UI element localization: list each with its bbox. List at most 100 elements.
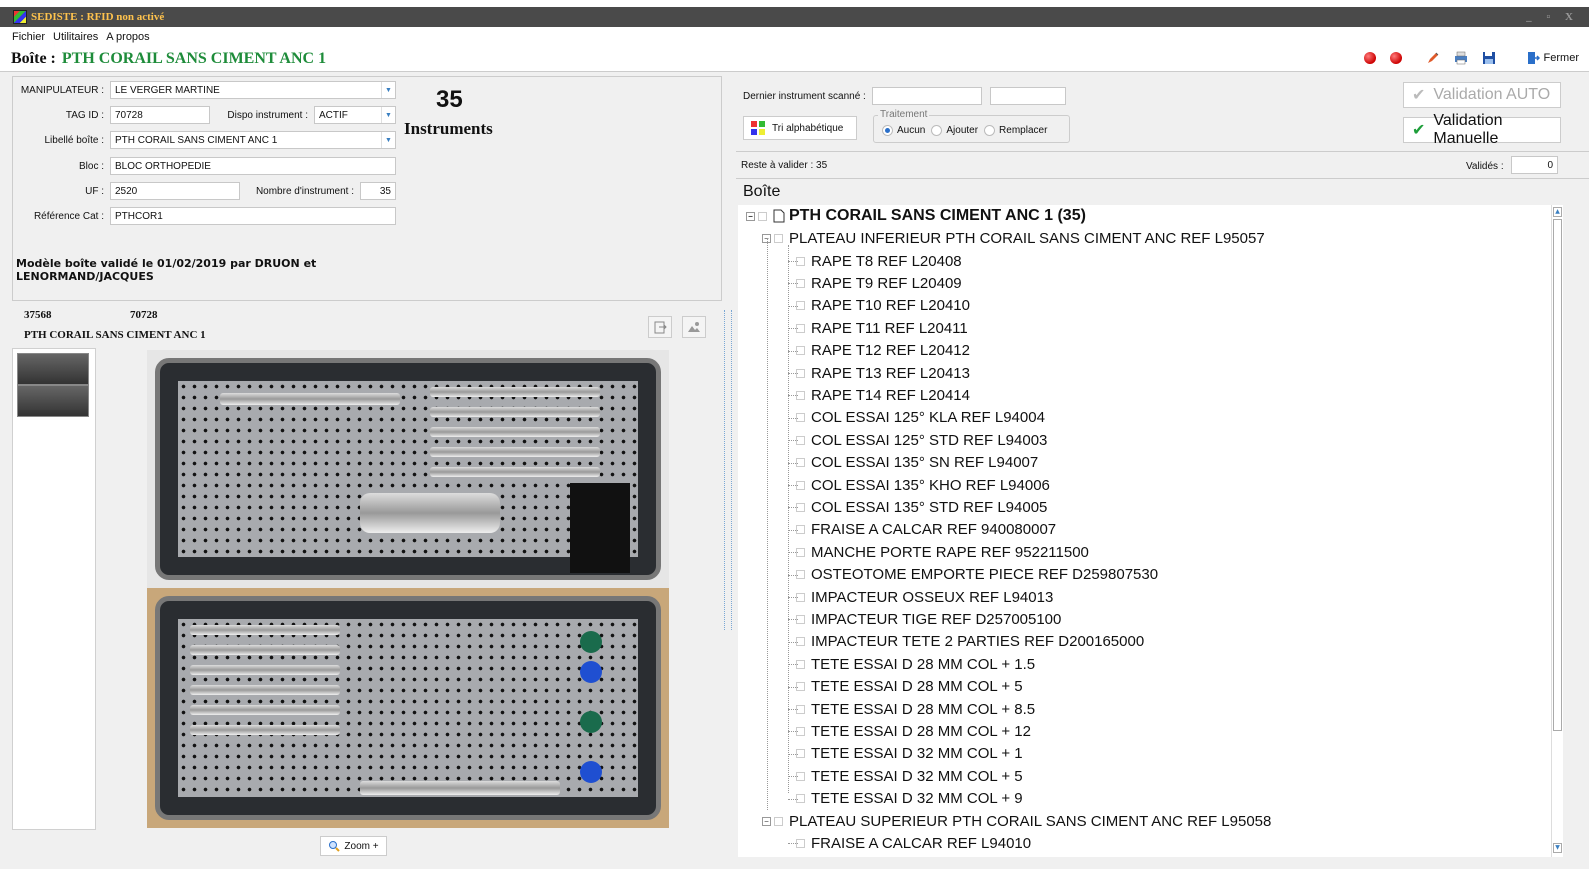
tree-item[interactable]: IMPACTEUR TETE 2 PARTIES REF D200165000: [796, 631, 1144, 653]
tree-item[interactable]: FRAISE A CALCAR REF L94010: [796, 832, 1031, 854]
instrument-shape: [430, 467, 600, 477]
tree-item[interactable]: FRAISE A CALCAR REF 940080007: [796, 519, 1056, 541]
tree-item[interactable]: COL ESSAI 125° STD REF L94003: [796, 429, 1047, 451]
scroll-up-icon[interactable]: ▲: [1553, 207, 1562, 217]
tree-item[interactable]: RAPE T10 REF L20410: [796, 295, 970, 317]
close-button[interactable]: Fermer: [1526, 51, 1579, 65]
tray-photo-top: [147, 350, 669, 588]
tree-item[interactable]: TETE ESSAI D 32 MM COL + 1: [796, 743, 1023, 765]
tree-item[interactable]: RAPE T14 REF L20414: [796, 384, 970, 406]
reste-label: Reste à valider : 35: [741, 160, 828, 171]
dispo-value: ACTIF: [319, 109, 348, 121]
tree-item[interactable]: COL ESSAI 135° KHO REF L94006: [796, 474, 1050, 496]
tree-plateau-2[interactable]: − PLATEAU SUPERIEUR PTH CORAIL SANS CIME…: [762, 810, 1271, 832]
close-label: Fermer: [1543, 52, 1579, 64]
validation-manuelle-button[interactable]: ✔ Validation Manuelle: [1403, 112, 1561, 147]
radio-ajouter[interactable]: Ajouter: [931, 125, 978, 136]
tree-item[interactable]: RAPE T8 REF L20408: [796, 250, 962, 272]
tree-item[interactable]: TETE ESSAI D 32 MM COL + 5: [796, 765, 1023, 787]
scroll-thumb[interactable]: [1553, 219, 1562, 731]
radio-aucun[interactable]: Aucun: [882, 125, 925, 136]
collapse-icon[interactable]: −: [746, 211, 755, 221]
tag-input[interactable]: 70728: [110, 106, 210, 124]
collapse-icon[interactable]: −: [762, 816, 771, 826]
uf-input[interactable]: 2520: [110, 182, 240, 200]
instrument-shape: [220, 393, 400, 405]
radio-dot: [984, 125, 996, 136]
manipulateur-select[interactable]: LE VERGER MARTINE ▼: [110, 81, 396, 99]
tree-checkbox[interactable]: [774, 816, 783, 826]
thumbnail-image[interactable]: [17, 353, 89, 385]
tree-item[interactable]: RAPE T13 REF L20413: [796, 362, 970, 384]
instrument-shape: [190, 625, 340, 635]
tree-item[interactable]: OSTEOTOME EMPORTE PIECE REF D259807530: [796, 564, 1158, 586]
last-scan-input-1[interactable]: [871, 87, 982, 105]
instrument-shape: [360, 781, 560, 795]
tree-scrollbar[interactable]: ▲ ▼: [1551, 205, 1563, 857]
tree-item-label: TETE ESSAI D 28 MM COL + 1.5: [811, 655, 1036, 673]
validation-auto-button[interactable]: ✔ Validation AUTO: [1403, 82, 1561, 108]
nombre-input[interactable]: 35: [360, 182, 396, 200]
window-controls[interactable]: _ ▫ X: [1526, 11, 1579, 23]
ref-input[interactable]: PTHCOR1: [110, 207, 396, 225]
pen-icon[interactable]: [1426, 51, 1440, 65]
tree-item[interactable]: COL ESSAI 135° STD REF L94005: [796, 496, 1047, 518]
chevron-down-icon[interactable]: ▼: [381, 107, 395, 123]
tree-guide-line: [788, 597, 798, 598]
window-titlebar: SEDISTE : RFID non activé _ ▫ X: [0, 0, 1589, 27]
chevron-down-icon[interactable]: ▼: [381, 132, 395, 148]
document-icon: [773, 209, 785, 223]
last-scan-input-2[interactable]: [989, 87, 1066, 105]
sort-alpha-button[interactable]: Tri alphabétique: [743, 116, 857, 140]
valides-input[interactable]: 0: [1511, 156, 1558, 174]
scroll-down-icon[interactable]: ▼: [1553, 843, 1562, 853]
chevron-down-icon[interactable]: ▼: [381, 82, 395, 98]
box-title-value: PTH CORAIL SANS CIMENT ANC 1: [61, 50, 327, 67]
magnifier-icon: [329, 841, 341, 852]
tree-item[interactable]: RAPE T11 REF L20411: [796, 317, 968, 339]
tree-item[interactable]: COL ESSAI 125° KLA REF L94004: [796, 407, 1045, 429]
panel-splitter[interactable]: [724, 310, 732, 630]
bloc-input[interactable]: BLOC ORTHOPEDIE: [110, 157, 396, 175]
save-icon[interactable]: [1482, 51, 1496, 65]
tree-item[interactable]: TETE ESSAI D 28 MM COL + 12: [796, 720, 1031, 742]
thumbnail-image[interactable]: [17, 385, 89, 417]
tree-guide-line: [788, 245, 789, 793]
tree-item[interactable]: IMPACTEUR TIGE REF D257005100: [796, 608, 1061, 630]
zoom-button[interactable]: Zoom +: [320, 836, 387, 856]
libelle-select[interactable]: PTH CORAIL SANS CIMENT ANC 1 ▼: [110, 131, 396, 149]
tree-item[interactable]: TETE ESSAI D 28 MM COL + 5: [796, 676, 1023, 698]
tree-guide-line: [788, 574, 798, 576]
tree-guide-line: [788, 485, 798, 486]
tree-guide-line: [788, 440, 798, 442]
traitement-options: Aucun Ajouter Remplacer: [882, 125, 1053, 136]
sort-alpha-label: Tri alphabétique: [772, 122, 844, 134]
tree-item[interactable]: MANCHE PORTE RAPE REF 952211500: [796, 541, 1089, 563]
tree-item[interactable]: TETE ESSAI D 28 MM COL + 1.5: [796, 653, 1035, 675]
tree-root[interactable]: − PTH CORAIL SANS CIMENT ANC 1 (35): [746, 205, 1086, 227]
tree-item[interactable]: IMPACTEUR OSSEUX REF L94013: [796, 586, 1053, 608]
radio-aucun-label: Aucun: [897, 125, 926, 136]
dispo-select[interactable]: ACTIF ▼: [314, 106, 396, 124]
tree-item[interactable]: RAPE T12 REF L20412: [796, 340, 970, 362]
check-icon: ✔: [1412, 122, 1426, 139]
red-status-icon[interactable]: [1389, 52, 1402, 64]
model-validation-text: Modèle boîte validé le 01/02/2019 par DR…: [16, 257, 317, 283]
tree-item[interactable]: COL ESSAI 135° SN REF L94007: [796, 452, 1038, 474]
tree-item[interactable]: TETE ESSAI D 28 MM COL + 8.5: [796, 698, 1035, 720]
ref-row: Référence Cat : PTHCOR1: [12, 207, 396, 225]
menu-utilitaires[interactable]: Utilitaires: [53, 31, 98, 43]
tree-checkbox[interactable]: [774, 233, 783, 243]
export-photo-button[interactable]: [648, 316, 672, 338]
radio-remplacer[interactable]: Remplacer: [984, 125, 1047, 136]
tree-item[interactable]: TETE ESSAI D 32 MM COL + 9: [796, 788, 1023, 810]
tree-checkbox[interactable]: [758, 211, 767, 221]
tree-item[interactable]: RAPE T9 REF L20409: [796, 272, 962, 294]
edit-photo-button[interactable]: [682, 316, 706, 338]
tree-plateau-1[interactable]: − PLATEAU INFERIEUR PTH CORAIL SANS CIME…: [762, 227, 1265, 249]
menu-fichier[interactable]: Fichier: [12, 31, 45, 43]
menu-apropos[interactable]: A propos: [106, 31, 149, 43]
printer-icon[interactable]: [1454, 51, 1468, 65]
red-status-icon[interactable]: [1363, 52, 1376, 64]
instrument-shape: [190, 725, 340, 735]
